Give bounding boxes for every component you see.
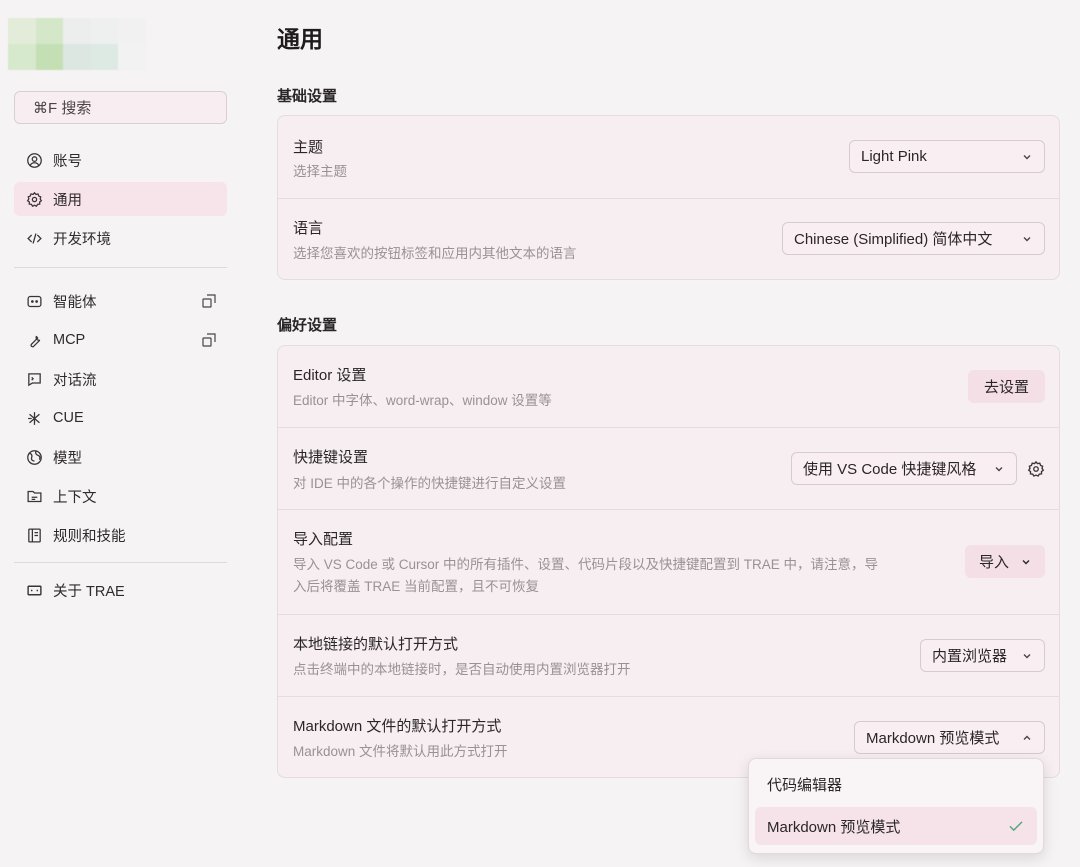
sidebar-item-label: CUE <box>53 410 84 426</box>
wrench-icon <box>25 331 43 349</box>
preference-settings-card: Editor 设置 Editor 中字体、word-wrap、window 设置… <box>277 345 1060 778</box>
sidebar-item-label: 账号 <box>53 153 82 170</box>
theme-select-value: Light Pink <box>861 148 927 165</box>
setting-desc: 选择您喜欢的按钮标签和应用内其他文本的语言 <box>293 246 577 261</box>
section-title-preferences: 偏好设置 <box>277 317 338 334</box>
sidebar: ⌘F 搜索 账号 通用 开发环境 智能体 MCP 对话流 CUE 模型 上下文 … <box>0 0 242 867</box>
setting-label: Editor 设置 <box>293 367 367 384</box>
setting-desc: 导入 VS Code 或 Cursor 中的所有插件、设置、代码片段以及快捷键配… <box>293 557 879 572</box>
folder-icon <box>25 487 43 505</box>
import-button[interactable]: 导入 <box>965 545 1045 578</box>
local-link-select-value: 内置浏览器 <box>932 648 1008 665</box>
dropdown-option-code-editor[interactable]: 代码编辑器 <box>755 765 1037 803</box>
setting-label: 本地链接的默认打开方式 <box>293 636 459 653</box>
sidebar-item-chat-flow[interactable]: 对话流 <box>14 362 227 396</box>
chevron-down-icon <box>1023 653 1031 658</box>
sidebar-item-label: 对话流 <box>53 372 97 389</box>
setting-desc: Editor 中字体、word-wrap、window 设置等 <box>293 393 552 408</box>
sidebar-item-label: 上下文 <box>53 489 97 506</box>
sidebar-item-rules-skills[interactable]: 规则和技能 <box>14 518 227 552</box>
code-icon <box>25 229 43 247</box>
sidebar-item-agents[interactable]: 智能体 <box>14 284 227 318</box>
sidebar-item-models[interactable]: 模型 <box>14 440 227 474</box>
globe-icon <box>25 448 43 466</box>
setting-desc: 点击终端中的本地链接时，是否自动使用内置浏览器打开 <box>293 662 631 677</box>
setting-label: Markdown 文件的默认打开方式 <box>293 718 502 735</box>
markdown-open-dropdown: 代码编辑器 Markdown 预览模式 <box>748 758 1044 854</box>
sidebar-item-about[interactable]: 关于 TRAE <box>14 573 227 607</box>
nav-group-primary: 账号 通用 开发环境 智能体 MCP 对话流 CUE 模型 上下文 规则和技能 … <box>14 143 227 612</box>
open-external-icon[interactable] <box>201 332 217 348</box>
divider <box>14 562 227 563</box>
setting-row-language: 语言 选择您喜欢的按钮标签和应用内其他文本的语言 Chinese (Simpli… <box>278 199 1059 280</box>
terminal-icon <box>25 370 43 388</box>
sidebar-item-dev-env[interactable]: 开发环境 <box>14 221 227 255</box>
search-label: ⌘F 搜索 <box>33 100 92 117</box>
local-link-select[interactable]: 内置浏览器 <box>920 639 1045 672</box>
trae-icon <box>25 581 43 599</box>
sidebar-item-label: MCP <box>53 332 86 348</box>
editor-settings-button[interactable]: 去设置 <box>968 370 1045 403</box>
cue-icon <box>25 409 43 427</box>
shortcut-style-select[interactable]: 使用 VS Code 快捷键风格 <box>791 452 1017 485</box>
setting-label: 主题 <box>293 139 324 156</box>
import-button-label: 导入 <box>979 554 1010 571</box>
sidebar-item-label: 智能体 <box>53 294 97 311</box>
dropdown-option-label: 代码编辑器 <box>767 776 843 794</box>
setting-desc: 入后将覆盖 TRAE 当前配置，且不可恢复 <box>293 579 540 594</box>
setting-row-local-link: 本地链接的默认打开方式 点击终端中的本地链接时，是否自动使用内置浏览器打开 内置… <box>278 615 1059 697</box>
checkmark-icon <box>1009 821 1023 832</box>
dropdown-option-label: Markdown 预览模式 <box>767 818 901 836</box>
setting-label: 快捷键设置 <box>293 449 369 466</box>
sidebar-item-mcp[interactable]: MCP <box>14 323 227 357</box>
sidebar-item-label: 规则和技能 <box>53 528 126 545</box>
dropdown-option-markdown-preview[interactable]: Markdown 预览模式 <box>755 807 1037 845</box>
gear-icon <box>25 190 43 208</box>
shortcut-select-value: 使用 VS Code 快捷键风格 <box>803 461 977 478</box>
setting-desc: Markdown 文件将默认用此方式打开 <box>293 744 508 759</box>
language-select-value: Chinese (Simplified) 简体中文 <box>794 231 993 248</box>
sidebar-item-account[interactable]: 账号 <box>14 143 227 177</box>
chevron-down-icon <box>1022 559 1030 564</box>
sidebar-item-label: 开发环境 <box>53 231 111 248</box>
chevron-down-icon <box>995 466 1003 471</box>
sidebar-item-cue[interactable]: CUE <box>14 401 227 435</box>
section-title-basic: 基础设置 <box>277 88 338 105</box>
sidebar-item-label: 通用 <box>53 192 82 209</box>
theme-select[interactable]: Light Pink <box>849 140 1045 173</box>
setting-row-editor: Editor 设置 Editor 中字体、word-wrap、window 设置… <box>278 346 1059 428</box>
markdown-open-select[interactable]: Markdown 预览模式 <box>854 721 1045 754</box>
sidebar-item-label: 关于 TRAE <box>53 583 125 600</box>
page-title: 通用 <box>277 26 323 52</box>
setting-desc: 选择主题 <box>293 164 347 179</box>
gear-icon[interactable] <box>1027 460 1045 478</box>
search-input[interactable]: ⌘F 搜索 <box>14 91 227 124</box>
setting-row-import: 导入配置 导入 VS Code 或 Cursor 中的所有插件、设置、代码片段以… <box>278 510 1059 615</box>
basic-settings-card: 主题 选择主题 Light Pink 语言 选择您喜欢的按钮标签和应用内其他文本… <box>277 115 1060 280</box>
book-icon <box>25 526 43 544</box>
setting-desc: 对 IDE 中的各个操作的快捷键进行自定义设置 <box>293 476 567 491</box>
chevron-down-icon <box>1023 236 1031 241</box>
user-circle-icon <box>25 151 43 169</box>
setting-row-shortcut: 快捷键设置 对 IDE 中的各个操作的快捷键进行自定义设置 使用 VS Code… <box>278 428 1059 510</box>
language-select[interactable]: Chinese (Simplified) 简体中文 <box>782 222 1045 255</box>
chevron-down-icon <box>1023 154 1031 159</box>
sidebar-item-general[interactable]: 通用 <box>14 182 227 216</box>
setting-row-theme: 主题 选择主题 Light Pink <box>278 116 1059 199</box>
agent-icon <box>25 292 43 310</box>
divider <box>14 267 227 268</box>
avatar[interactable] <box>8 18 146 70</box>
setting-label: 导入配置 <box>293 531 354 548</box>
chevron-up-icon <box>1023 735 1031 740</box>
sidebar-item-context[interactable]: 上下文 <box>14 479 227 513</box>
open-external-icon[interactable] <box>201 293 217 309</box>
sidebar-item-label: 模型 <box>53 450 82 467</box>
setting-label: 语言 <box>293 220 324 237</box>
markdown-select-value: Markdown 预览模式 <box>866 730 1000 747</box>
